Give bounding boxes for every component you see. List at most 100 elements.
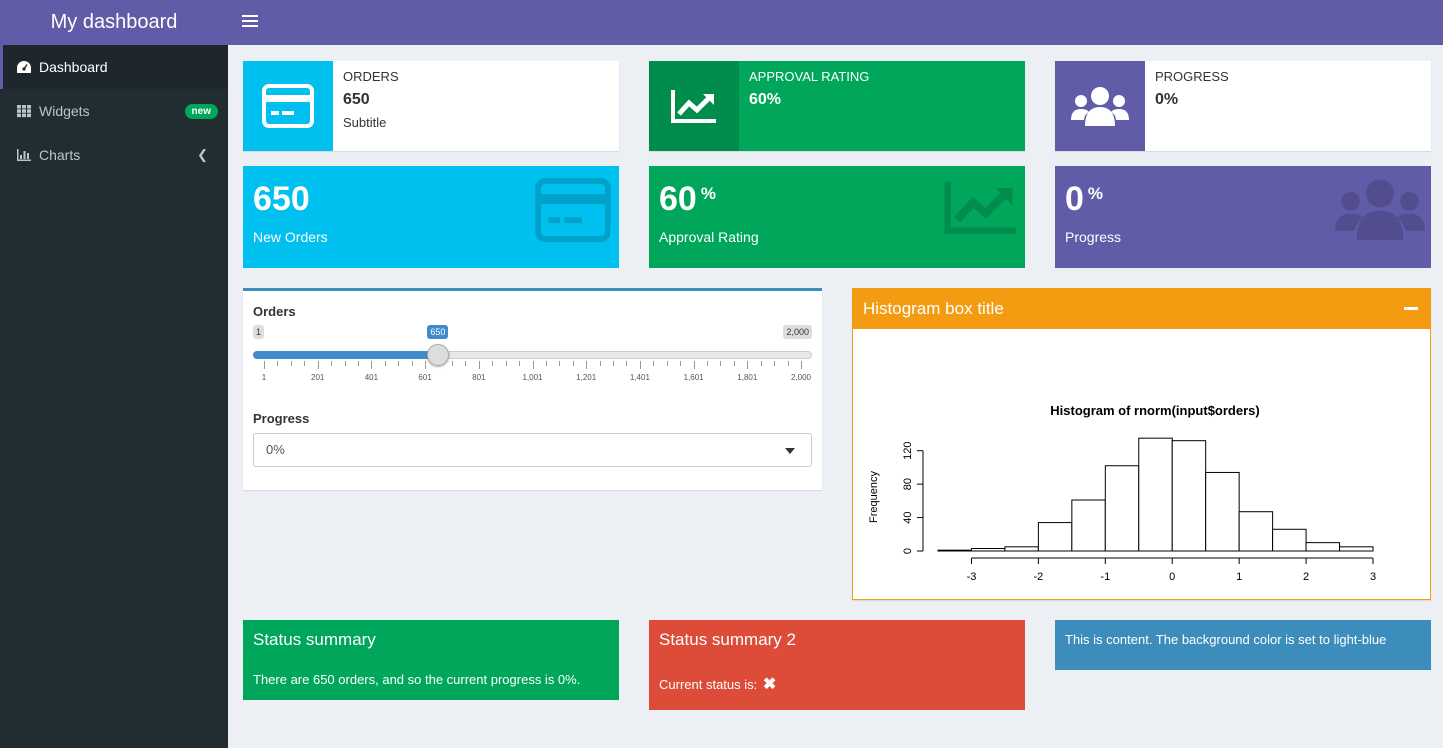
caret-down-icon: [785, 448, 795, 454]
slider-tick: [680, 361, 682, 366]
minus-icon[interactable]: [1404, 297, 1418, 317]
infobox-icon-area: [243, 61, 333, 151]
histogram-bar: [1205, 471, 1240, 552]
sidebar-item-charts[interactable]: Charts ❮: [0, 133, 228, 177]
slider-tick-label: 1,801: [737, 373, 758, 382]
status-summary-title: Status summary: [253, 630, 376, 649]
sidebar-toggle-icon[interactable]: [242, 12, 258, 32]
sidebar-item-widgets[interactable]: Widgets new: [0, 89, 228, 133]
slider-tick-label: 1: [261, 373, 267, 382]
x-tick-label: 1: [1236, 571, 1242, 583]
slider-tick-label: 1,601: [683, 373, 704, 382]
histogram-bar: [1104, 465, 1140, 552]
slider-tick: [787, 361, 789, 366]
dashboard-icon: [17, 61, 31, 73]
slider-tick: [801, 361, 802, 369]
slider-min-label: 1: [253, 325, 265, 339]
x-tick-label: 3: [1370, 571, 1376, 583]
sidebar: Dashboard Widgets new Charts ❮: [0, 45, 228, 748]
sidebar-item-label: Dashboard: [39, 59, 108, 75]
histogram-bar: [1238, 511, 1274, 552]
slider-tick: [357, 361, 359, 366]
progress-label: Progress: [253, 411, 310, 426]
slider-tick: [572, 361, 574, 366]
slider-tick: [290, 361, 292, 366]
histogram-bar: [1138, 437, 1173, 552]
histogram-bar: [1004, 546, 1039, 552]
slider-tick: [613, 361, 615, 366]
credit-card-icon: [535, 178, 611, 242]
slider-tick-label: 201: [311, 373, 325, 382]
infobox-subtitle: Subtitle: [343, 114, 387, 130]
slider-tick: [398, 361, 400, 366]
slider-tick: [666, 361, 668, 366]
infobox-label: Approval Rating: [749, 69, 870, 84]
chevron-left-icon: ❮: [197, 147, 208, 162]
slider-tick: [707, 361, 709, 366]
slider-tick-label: 1,401: [629, 373, 650, 382]
app-logo[interactable]: My dashboard: [0, 0, 228, 45]
status-summary-2-content: Current status is: ✖: [649, 660, 1025, 704]
times-icon: ✖: [762, 676, 777, 693]
sidebar-item-dashboard[interactable]: Dashboard: [0, 45, 228, 89]
valuebox-value: 0%: [1065, 180, 1104, 218]
light-blue-box: This is content. The background color is…: [1055, 620, 1431, 670]
slider-tick: [693, 361, 695, 369]
y-tick-label: 40: [902, 511, 914, 523]
credit-card-icon: [262, 84, 314, 128]
line-chart-icon: [944, 181, 1016, 234]
light-blue-content: This is content. The background color is…: [1065, 632, 1387, 647]
y-tick-label: 120: [902, 442, 914, 460]
infobox-label: Orders: [343, 69, 399, 84]
status-text: Current status is:: [659, 677, 758, 692]
histogram-bar: [1272, 528, 1307, 552]
valuebox-subtitle: Approval Rating: [659, 229, 759, 245]
orders-slider[interactable]: 1 2,000 650 1 201 401 601 801 1,001 1,201 1,401…: [253, 325, 812, 395]
slider-tick: [639, 361, 641, 369]
line-chart-icon: [671, 90, 716, 123]
slider-tick: [586, 361, 588, 369]
x-tick-label: 2: [1303, 571, 1309, 583]
slider-tick: [559, 361, 561, 366]
x-tick-label: -3: [967, 571, 977, 583]
slider-tick: [519, 361, 521, 366]
x-tick-label: -1: [1100, 571, 1110, 583]
slider-tick: [733, 361, 735, 366]
infobox-approval: Approval Rating 60%: [649, 61, 1025, 151]
slider-ticks: [253, 361, 812, 369]
valuebox-orders: 650 New Orders: [243, 166, 619, 268]
new-badge: new: [184, 104, 218, 119]
slider-tick: [747, 361, 749, 369]
slider-tick: [653, 361, 655, 366]
slider-tick: [720, 361, 722, 366]
slider-fill: [253, 351, 439, 359]
slider-tick: [384, 361, 386, 366]
chart-title: Histogram of rnorm(input$orders): [1050, 403, 1259, 418]
histogram-bar: [1339, 546, 1374, 552]
status-summary-box: Status summary There are 650 orders, and…: [243, 620, 619, 700]
status-summary-content: There are 650 orders, and so the current…: [253, 672, 581, 687]
histogram-bar: [1305, 542, 1341, 552]
slider-tick: [626, 361, 628, 366]
valuebox-progress: 0% Progress: [1055, 166, 1431, 268]
infobox-orders: Orders 650 Subtitle: [243, 61, 619, 151]
infobox-value: 60%: [749, 90, 782, 108]
valuebox-value: 60%: [659, 180, 716, 218]
slider-tick: [774, 361, 776, 366]
slider-tick: [264, 361, 265, 369]
slider-tick: [599, 361, 601, 366]
progress-select[interactable]: 0%: [253, 433, 812, 467]
slider-tick: [411, 361, 413, 366]
valuebox-approval: 60% Approval Rating: [649, 166, 1025, 268]
slider-tick-label: 2,000: [790, 373, 812, 382]
slider-tick: [277, 361, 279, 366]
app-title: My dashboard: [50, 11, 178, 33]
users-icon: [1335, 179, 1425, 240]
slider-tick: [425, 361, 427, 369]
slider-tick: [505, 361, 507, 366]
slider-tick: [451, 361, 453, 366]
y-axis-label: Frequency: [868, 471, 880, 523]
histogram-bar: [1037, 522, 1073, 552]
slider-tick: [344, 361, 346, 366]
histogram-bar: [1171, 440, 1207, 552]
